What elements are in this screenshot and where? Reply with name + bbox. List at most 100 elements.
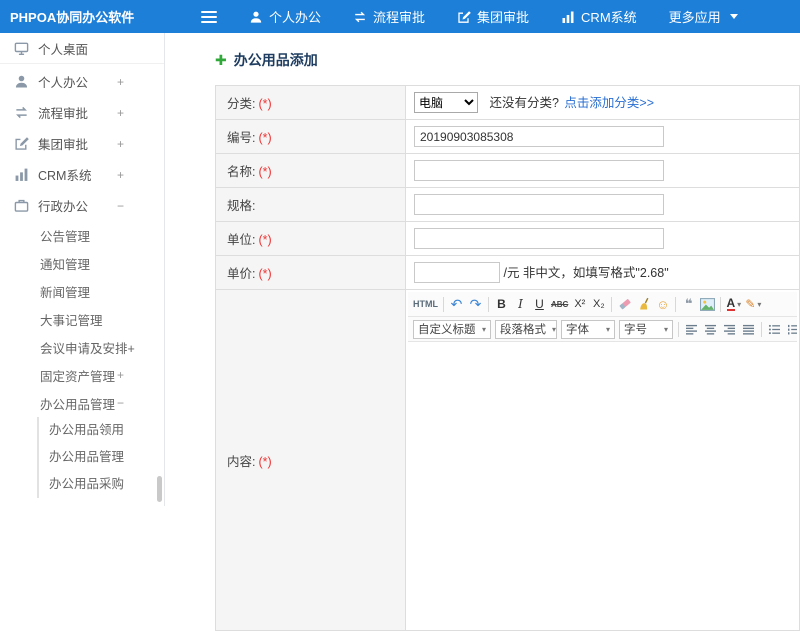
form-row-name: 名称: (*) bbox=[215, 153, 800, 188]
sidebar-item-label: 个人办公 bbox=[38, 76, 89, 90]
redo-button[interactable]: ↷ bbox=[466, 294, 485, 314]
custom-heading-select[interactable]: 自定义标题 ▾ bbox=[413, 319, 491, 339]
sidebar-item-personal-office[interactable]: 个人办公 + bbox=[0, 66, 164, 97]
sidebar-item-label: 办公用品采购 bbox=[49, 477, 125, 491]
nav-more-apps[interactable]: 更多应用 bbox=[653, 0, 754, 33]
underline-button[interactable]: U bbox=[530, 294, 549, 314]
sidebar-item-supplies-request[interactable]: 办公用品领用 bbox=[39, 417, 164, 444]
top-bar: PHPOA协同办公软件 个人办公 流程审批 集团审批 CRM系统 更多应用 bbox=[0, 0, 800, 33]
strikethrough-button[interactable]: ABC bbox=[549, 294, 570, 314]
sidebar-item-notice-mgmt[interactable]: 通知管理 bbox=[0, 249, 164, 277]
chart-icon bbox=[561, 10, 575, 24]
flow-icon bbox=[14, 105, 29, 120]
align-center-icon[interactable] bbox=[701, 319, 720, 339]
edit-icon bbox=[457, 10, 471, 24]
undo-button[interactable]: ↶ bbox=[447, 294, 466, 314]
collapse-toggle[interactable]: − bbox=[117, 199, 124, 213]
caret-down-icon: ▾ bbox=[663, 324, 668, 334]
sidebar-item-group-approval[interactable]: 集团审批 + bbox=[0, 128, 164, 159]
sidebar-item-label: 行政办公 bbox=[38, 200, 89, 214]
expand-toggle[interactable]: + bbox=[117, 168, 124, 182]
image-icon[interactable] bbox=[698, 294, 717, 314]
sidebar-item-desktop[interactable]: 个人桌面 bbox=[0, 33, 164, 64]
nav-group-approval[interactable]: 集团审批 bbox=[441, 0, 545, 33]
subscript-button[interactable]: X₂ bbox=[589, 294, 608, 314]
blockquote-button[interactable]: ❝ bbox=[679, 294, 698, 314]
sidebar-item-asset-mgmt[interactable]: 固定资产管理 + bbox=[0, 361, 164, 389]
supplies-add-form: 分类: (*) 电脑 还没有分类? 点击添加分类>> 编号: (*) 20190… bbox=[215, 85, 800, 631]
sidebar-item-admin-office[interactable]: 行政办公 − bbox=[0, 190, 164, 221]
sidebar-scrollbar[interactable] bbox=[157, 476, 162, 502]
ordered-list-icon[interactable] bbox=[784, 319, 797, 339]
expand-toggle[interactable]: + bbox=[117, 368, 124, 382]
price-input[interactable] bbox=[414, 262, 500, 284]
sidebar-item-events-mgmt[interactable]: 大事记管理 bbox=[0, 305, 164, 333]
required-mark: (*) bbox=[258, 454, 272, 469]
editor-content[interactable] bbox=[408, 342, 797, 628]
align-left-icon[interactable] bbox=[682, 319, 701, 339]
expand-toggle[interactable]: + bbox=[117, 75, 124, 89]
field-label: 规格: bbox=[227, 199, 256, 213]
sidebar-item-crm[interactable]: CRM系统 + bbox=[0, 159, 164, 190]
font-size-select[interactable]: 字号 ▾ bbox=[619, 319, 673, 339]
unit-input[interactable] bbox=[414, 228, 664, 249]
nav-personal-office[interactable]: 个人办公 bbox=[233, 0, 337, 33]
hamburger-menu-icon[interactable] bbox=[197, 7, 221, 27]
superscript-button[interactable]: X² bbox=[570, 294, 589, 314]
sidebar-item-supplies-manage[interactable]: 办公用品管理 bbox=[39, 444, 164, 471]
sidebar-item-label: 会议申请及安排+ bbox=[40, 341, 135, 356]
bold-button[interactable]: B bbox=[492, 294, 511, 314]
nav-label: 个人办公 bbox=[269, 10, 322, 25]
nav-label: 集团审批 bbox=[477, 10, 530, 25]
add-category-link[interactable]: 点击添加分类>> bbox=[564, 96, 654, 110]
sidebar-item-announcement-mgmt[interactable]: 公告管理 bbox=[0, 221, 164, 249]
sidebar-item-meeting-mgmt[interactable]: 会议申请及安排+ bbox=[0, 333, 164, 361]
expand-toggle[interactable]: + bbox=[117, 106, 124, 120]
code-input[interactable] bbox=[414, 126, 664, 147]
nav-label: CRM系统 bbox=[581, 10, 637, 25]
sidebar-item-flow-approval[interactable]: 流程审批 + bbox=[0, 97, 164, 128]
sidebar-item-label: 流程审批 bbox=[38, 107, 89, 121]
name-input[interactable] bbox=[414, 160, 664, 181]
toolbar-separator bbox=[488, 296, 489, 312]
toolbar-separator bbox=[761, 321, 762, 337]
flow-icon bbox=[353, 10, 367, 24]
category-select[interactable]: 电脑 bbox=[414, 92, 478, 114]
field-label-cell: 名称: (*) bbox=[215, 153, 406, 188]
editor-toolbar-row2: 自定义标题 ▾ 段落格式 ▾ 字体 ▾ 字号 ▾ bbox=[408, 317, 797, 342]
combo-label: 自定义标题 bbox=[418, 324, 476, 336]
expand-toggle[interactable]: + bbox=[117, 137, 124, 151]
combo-label: 字号 bbox=[624, 324, 647, 336]
field-label: 内容: bbox=[227, 454, 256, 469]
font-color-glyph: A bbox=[726, 296, 736, 311]
nav-flow-approval[interactable]: 流程审批 bbox=[337, 0, 441, 33]
spec-input[interactable] bbox=[414, 194, 664, 215]
highlight-pen-button[interactable]: ✎ ▾ bbox=[743, 294, 763, 314]
font-family-select[interactable]: 字体 ▾ bbox=[561, 319, 615, 339]
html-source-button[interactable]: HTML bbox=[411, 294, 440, 314]
field-label-cell: 编号: (*) bbox=[215, 119, 406, 154]
sidebar-item-supplies-purchase[interactable]: 办公用品采购 bbox=[39, 471, 164, 498]
sidebar-item-label: 办公用品管理 bbox=[40, 397, 116, 412]
caret-down-icon: ▾ bbox=[737, 299, 742, 309]
sidebar-item-supplies-mgmt[interactable]: 办公用品管理 − bbox=[0, 389, 164, 417]
align-right-icon[interactable] bbox=[720, 319, 739, 339]
font-color-button[interactable]: A ▾ bbox=[724, 294, 743, 314]
paragraph-format-select[interactable]: 段落格式 ▾ bbox=[495, 319, 557, 339]
form-row-code: 编号: (*) bbox=[215, 119, 800, 154]
unordered-list-icon[interactable] bbox=[765, 319, 784, 339]
field-label-cell: 单位: (*) bbox=[215, 221, 406, 256]
combo-label: 字体 bbox=[566, 324, 589, 336]
sidebar-item-label: 办公用品领用 bbox=[49, 423, 125, 437]
sidebar-item-label: 固定资产管理 bbox=[40, 369, 116, 384]
eraser-icon[interactable] bbox=[615, 294, 634, 314]
align-justify-icon[interactable] bbox=[739, 319, 758, 339]
field-value-cell: 电脑 还没有分类? 点击添加分类>> bbox=[405, 85, 800, 120]
nav-crm-system[interactable]: CRM系统 bbox=[545, 0, 653, 33]
broom-icon[interactable] bbox=[634, 294, 653, 314]
collapse-toggle[interactable]: − bbox=[117, 396, 124, 410]
sidebar-item-news-mgmt[interactable]: 新闻管理 bbox=[0, 277, 164, 305]
emoticon-button[interactable]: ☺ bbox=[653, 294, 672, 314]
sidebar-item-label: 通知管理 bbox=[40, 257, 91, 272]
italic-button[interactable]: I bbox=[511, 294, 530, 314]
